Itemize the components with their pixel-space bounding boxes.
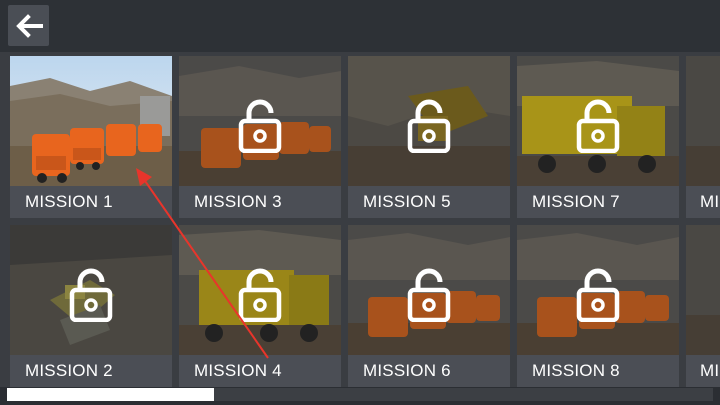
- mission-card-9[interactable]: MI: [686, 56, 720, 218]
- mission-card-7[interactable]: MISSION 7: [517, 56, 679, 218]
- mission-card-5[interactable]: MISSION 5: [348, 56, 510, 218]
- mission-label: MISSION 8: [517, 355, 679, 387]
- mission-label: MISSION 2: [10, 355, 172, 387]
- mission-grid: MISSION 1 MISSION 2 MISSION 3 MISSION 4 …: [0, 52, 720, 387]
- mission-label: MISSION 7: [517, 186, 679, 218]
- mission-label: MISSION 4: [179, 355, 341, 387]
- mission-label: MISSION 5: [348, 186, 510, 218]
- mission-thumbnail: [10, 56, 172, 186]
- mission-card-2[interactable]: MISSION 2: [10, 225, 172, 387]
- scrollbar-thumb[interactable]: [7, 388, 214, 401]
- mission-card-1[interactable]: MISSION 1: [10, 56, 172, 218]
- padlock-icon: [407, 99, 451, 153]
- padlock-icon: [238, 268, 282, 322]
- mission-label: MISSION 3: [179, 186, 341, 218]
- mission-card-6[interactable]: MISSION 6: [348, 225, 510, 387]
- mission-thumbnail: [686, 56, 720, 186]
- padlock-icon: [576, 99, 620, 153]
- mission-label: MI: [686, 355, 720, 387]
- back-button[interactable]: [8, 5, 49, 46]
- mission-card-4[interactable]: MISSION 4: [179, 225, 341, 387]
- mission-label: MI: [686, 186, 720, 218]
- padlock-icon: [238, 99, 282, 153]
- mission-card-8[interactable]: MISSION 8: [517, 225, 679, 387]
- top-bar: [0, 0, 720, 52]
- mission-label: MISSION 6: [348, 355, 510, 387]
- mission-thumbnail: [686, 225, 720, 355]
- mission-label: MISSION 1: [10, 186, 172, 218]
- mission-card-3[interactable]: MISSION 3: [179, 56, 341, 218]
- padlock-icon: [576, 268, 620, 322]
- padlock-icon: [69, 268, 113, 322]
- mission-card-10[interactable]: MI: [686, 225, 720, 387]
- padlock-icon: [407, 268, 451, 322]
- arrow-left-icon: [15, 13, 43, 38]
